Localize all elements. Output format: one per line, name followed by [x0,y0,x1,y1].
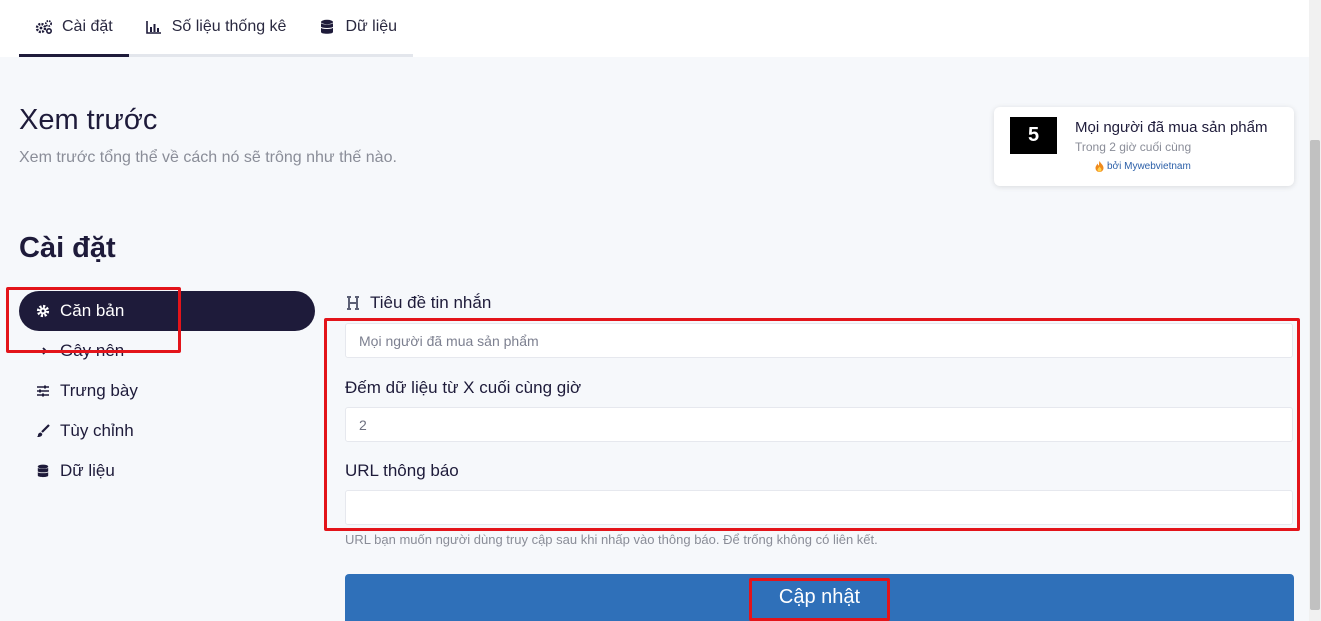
notification-title: Mọi người đã mua sản phẩm [1075,119,1268,136]
sliders-icon [37,385,49,397]
heading-icon [347,296,359,310]
notification-branding: bởi Mywebvietnam [1095,161,1191,172]
tab-settings[interactable]: Cài đặt [19,0,129,57]
side-item-label: Căn bản [60,301,125,320]
database-icon [37,464,49,478]
side-item-data[interactable]: Dữ liệu [19,451,315,491]
side-item-display[interactable]: Trưng bày [19,371,315,411]
trigger-icon [37,347,48,355]
tab-data[interactable]: Dữ liệu [302,0,413,54]
side-item-label: Gây nên [60,341,125,360]
message-title-label-text: Tiêu đề tin nhắn [370,293,492,312]
notification-subtitle: Trong 2 giờ cuối cùng [1075,140,1192,154]
preview-description: Xem trước tổng thể về cách nó sẽ trông n… [19,149,397,166]
side-item-label: Dữ liệu [60,461,115,480]
notification-url-hint: URL bạn muốn người dùng truy cập sau khi… [345,532,878,547]
database-icon [321,19,334,34]
bar-chart-icon [145,21,161,34]
message-title-label: Tiêu đề tin nhắn [345,293,491,313]
tab-label: Cài đặt [62,18,113,35]
brush-icon [37,424,50,438]
scrollbar-track[interactable] [1309,0,1321,621]
notification-url-input[interactable] [345,490,1293,525]
side-item-customize[interactable]: Tùy chỉnh [19,411,315,451]
message-title-input[interactable] [345,323,1293,358]
fire-icon [1095,161,1104,172]
gears-icon [35,20,53,35]
side-item-label: Tùy chỉnh [60,421,134,440]
tab-statistics[interactable]: Số liệu thống kê [129,0,303,54]
count-hours-label: Đếm dữ liệu từ X cuối cùng giờ [345,378,582,397]
preview-heading: Xem trước [19,104,158,136]
side-item-trigger[interactable]: Gây nên [19,331,315,371]
gear-icon [36,304,50,318]
tab-list: Cài đặt Số liệu thống kê Dữ liệu [19,0,414,57]
notification-preview-card: 5 Mọi người đã mua sản phẩm Trong 2 giờ … [994,107,1294,186]
side-item-label: Trưng bày [60,381,138,400]
tab-label: Số liệu thống kê [171,18,287,35]
settings-heading: Cài đặt [19,232,116,264]
update-button[interactable]: Cập nhật [345,574,1294,621]
notification-count-badge: 5 [1010,117,1057,154]
settings-side-menu: Căn bản Gây nên Trưng bày Tùy chỉnh Dữ l… [19,291,315,491]
notification-url-label: URL thông báo [345,461,459,480]
notification-by-text: bởi Mywebvietnam [1107,161,1191,172]
side-item-basic[interactable]: Căn bản [19,291,315,331]
top-tab-bar: Cài đặt Số liệu thống kê Dữ liệu [0,0,1309,57]
scrollbar-thumb[interactable] [1310,140,1320,610]
count-hours-input[interactable] [345,407,1293,442]
tab-label: Dữ liệu [345,18,398,35]
